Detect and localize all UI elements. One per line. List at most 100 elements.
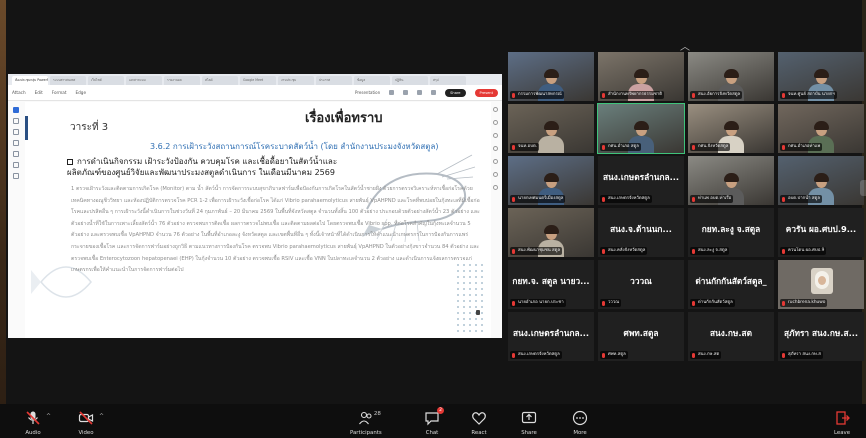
animation-icon[interactable] <box>492 133 498 138</box>
browser-tab[interactable]: เว็บไซต์ <box>88 76 124 85</box>
more-label: More <box>573 430 587 436</box>
participant-tile[interactable]: กศน.อำเภอท่าแพ <box>778 104 864 153</box>
participants-button[interactable]: 28 Participants <box>350 410 382 436</box>
participant-tile[interactable]: ศพท.สตูล ศพท.สตูล <box>598 312 684 361</box>
participant-tile[interactable]: สนง.จ.ด้านนก... สนง.คลังจังหวัดสตูล <box>598 208 684 257</box>
participant-tile[interactable]: กรรมการพัฒนาสหกรณ์ <box>508 52 594 101</box>
palette-icon[interactable] <box>492 107 498 112</box>
table-tool-icon[interactable] <box>13 162 19 168</box>
browser-tab[interactable]: ประกาศ <box>316 76 352 85</box>
slide-canvas[interactable]: วาระที่ 3 เรื่องเพื่อทราบ 3.6.2 การเฝ้าร… <box>25 102 491 338</box>
gallery-next-arrow-icon[interactable] <box>860 180 866 196</box>
participant-tile[interactable]: ruchbrena.khuwo <box>778 260 864 309</box>
video-options-caret-icon[interactable]: ^ <box>99 413 104 420</box>
lock-icon[interactable] <box>417 90 423 95</box>
participant-tile[interactable]: กยท.จ. สตูล นายว... นายอำเภอ นายก.ประชา <box>508 260 594 309</box>
participant-tile[interactable]: ท่าแพ อบต.ท่าเรือ <box>688 156 774 205</box>
participant-tile[interactable]: สนง.อัยการจังหวัดสตูล <box>688 52 774 101</box>
avatar-face <box>818 276 826 285</box>
menu-attach[interactable]: Attach <box>12 90 26 95</box>
person-hair <box>814 121 829 130</box>
microphone-muted-icon: ^ <box>25 410 51 426</box>
participant-name-label: สำนักงานทรัพยากรธรรมชาติ <box>600 91 665 99</box>
menu-edge[interactable]: Edge <box>75 90 86 95</box>
chat-label: Chat <box>425 430 439 436</box>
share-button[interactable]: Share <box>445 88 466 97</box>
participant-tile[interactable]: สนง.กษ.สต สนง.กษ.สต <box>688 312 774 361</box>
participant-tile[interactable]: สนง.เกษตรลำนกล... สนง.เกษตรจังหวัดสตูล <box>598 156 684 205</box>
pen-tool-icon[interactable] <box>13 140 19 146</box>
browser-tab[interactable]: ข้อมูล <box>354 76 390 85</box>
react-button[interactable]: React <box>471 410 487 436</box>
participant-tile[interactable]: นายกเทศมนตรีเมืองสตูล <box>508 156 594 205</box>
browser-tab[interactable]: งานประชุม <box>278 76 314 85</box>
menu-edit[interactable]: Edit <box>35 90 43 95</box>
participant-tile[interactable]: จนท.ศูนย์ สถาบัน นายกฯ <box>778 52 864 101</box>
participant-name-label: จนท.อบต. <box>510 143 540 151</box>
participant-tile[interactable]: ด่านกักกันสัตว์สตูล_ ด่านกักกันสัตว์สตูล <box>688 260 774 309</box>
participant-display-name: สนง.เกษตรลำนกล... <box>602 172 680 182</box>
agenda-label: วาระที่ 3 <box>25 116 135 140</box>
shared-screen: ห้องประชุมกลุ่ม PowerPoint ระบบสารสนเทศ … <box>8 74 502 338</box>
present-button[interactable]: Present <box>474 88 498 97</box>
share-screen-button[interactable]: Share <box>521 410 537 436</box>
notes-icon[interactable] <box>492 159 498 164</box>
collapse-chevron-icon[interactable]: ︿ <box>680 38 690 53</box>
comments-panel-icon[interactable] <box>492 146 498 151</box>
person-hair <box>724 121 739 130</box>
layout-icon[interactable] <box>492 120 498 125</box>
text-tool-icon[interactable] <box>13 118 19 124</box>
browser-tab[interactable]: เอกสารแนบ <box>126 76 162 85</box>
participant-tile[interactable]: ควรัน ผอ.ศบป.9... ควนโดน ผอ.ศบป.9 <box>778 208 864 257</box>
participant-name-label: กรรมการพัฒนาสหกรณ์ <box>510 91 564 99</box>
chat-unread-badge: 2 <box>437 407 444 414</box>
browser-tab[interactable]: ระบบสารสนเทศ <box>50 76 86 85</box>
browser-tab[interactable]: รายงานผล <box>164 76 200 85</box>
participant-tile[interactable]: กศน.จังหวัดสตูล <box>688 104 774 153</box>
participant-tile[interactable]: กศน.อำเภอ สตูล <box>597 103 685 154</box>
participant-display-name: ด่านกักกันสัตว์สตูล_ <box>695 276 767 286</box>
browser-tab[interactable]: สไลด์ <box>202 76 238 85</box>
leave-button[interactable]: Leave <box>834 410 850 436</box>
view-mode-label[interactable]: Presentation <box>355 90 380 95</box>
browser-tab[interactable]: ปฏิทิน <box>392 76 428 85</box>
participant-name-label: สนง.พัฒนาชุมชน สตูล <box>510 247 563 255</box>
participant-tile[interactable]: กยท.ละงู จ.สตูล สนง.ละงู จ.สตูล <box>688 208 774 257</box>
more-button[interactable]: More <box>572 410 588 436</box>
participant-display-name: ศพท.สตูล <box>623 328 659 338</box>
video-button[interactable]: ^ Video <box>78 410 104 436</box>
participant-tile[interactable]: สนง.พัฒนาชุมชน สตูล <box>508 208 594 257</box>
audio-button[interactable]: ^ Audio <box>25 410 51 436</box>
participant-display-name: กยท.จ. สตูล นายว... <box>512 276 590 286</box>
browser-tab[interactable]: สรุป <box>430 76 466 85</box>
comment-icon[interactable] <box>431 90 437 95</box>
select-tool-icon[interactable] <box>13 107 19 113</box>
participant-tile[interactable]: สำนักงานทรัพยากรธรรมชาติ <box>598 52 684 101</box>
settings-icon[interactable] <box>492 172 498 177</box>
browser-tab[interactable]: Google Meet <box>240 76 276 85</box>
redo-icon[interactable] <box>403 90 409 95</box>
participant-name-label: นายกเทศมนตรีเมืองสตูล <box>510 195 566 203</box>
participant-tile[interactable]: วววณ วววณ <box>598 260 684 309</box>
zoom-tool-icon[interactable] <box>13 173 19 179</box>
leave-label: Leave <box>834 430 851 436</box>
participant-name-label: ท่าแพ อบต.ท่าเรือ <box>690 195 734 203</box>
participant-tile[interactable]: จนท.อบต. <box>508 104 594 153</box>
person-hair <box>724 69 739 78</box>
browser-tab[interactable]: ห้องประชุมกลุ่ม PowerPoint <box>12 76 48 85</box>
menu-format[interactable]: Format <box>52 90 67 95</box>
participant-name-label: กศน.อำเภอท่าแพ <box>780 143 823 151</box>
leave-door-icon <box>834 410 850 426</box>
audio-options-caret-icon[interactable]: ^ <box>46 413 51 420</box>
shape-tool-icon[interactable] <box>13 129 19 135</box>
grid-icon[interactable] <box>492 185 498 190</box>
participant-tile[interactable]: สนง.เกษตรลำนกล... สนง.เกษตรจังหวัดสตูล <box>508 312 594 361</box>
participant-person <box>538 121 564 153</box>
participant-tile[interactable]: อบต.ปากน้ำ สตูล <box>778 156 864 205</box>
chat-button[interactable]: 2 Chat <box>424 407 444 436</box>
participant-tile[interactable]: สุภัทรา สนง.กษ.ส... สุภัทรา สนง.กษ.ส <box>778 312 864 361</box>
undo-icon[interactable] <box>389 90 395 95</box>
image-tool-icon[interactable] <box>13 151 19 157</box>
participant-name-label: นายอำเภอ นายก.ประชา <box>510 299 566 307</box>
bullet-text: การดำเนินกิจกรรม เฝ้าระวังป้องกัน ควบคุม… <box>67 157 338 177</box>
